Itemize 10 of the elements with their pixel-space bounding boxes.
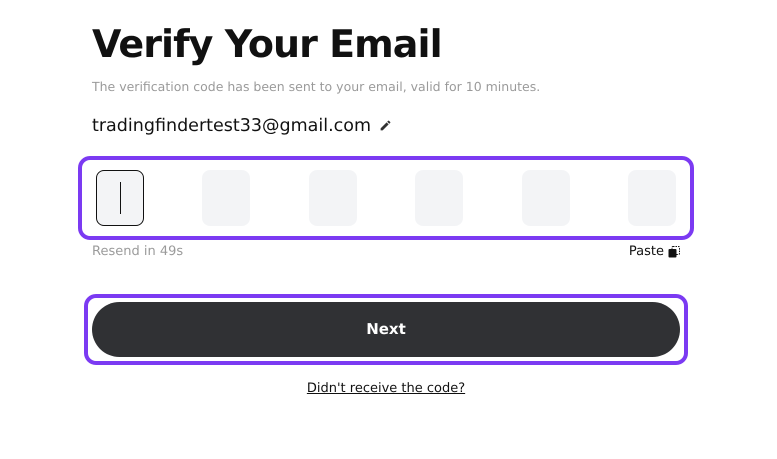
code-digit-field[interactable] — [96, 170, 144, 226]
resend-timer: Resend in 49s — [92, 243, 184, 261]
email-address: tradingfindertest33@gmail.com — [92, 114, 372, 138]
page-title: Verify Your Email — [92, 21, 443, 68]
didnt-receive-code-link[interactable]: Didn't receive the code? — [306, 378, 466, 398]
edit-icon[interactable] — [379, 119, 392, 132]
subtitle: The verification code has been sent to your email, valid for 10 minutes. — [92, 78, 542, 96]
next-button[interactable]: Next — [92, 302, 680, 356]
copy-icon — [668, 246, 680, 258]
paste-button[interactable]: Paste — [628, 242, 680, 262]
